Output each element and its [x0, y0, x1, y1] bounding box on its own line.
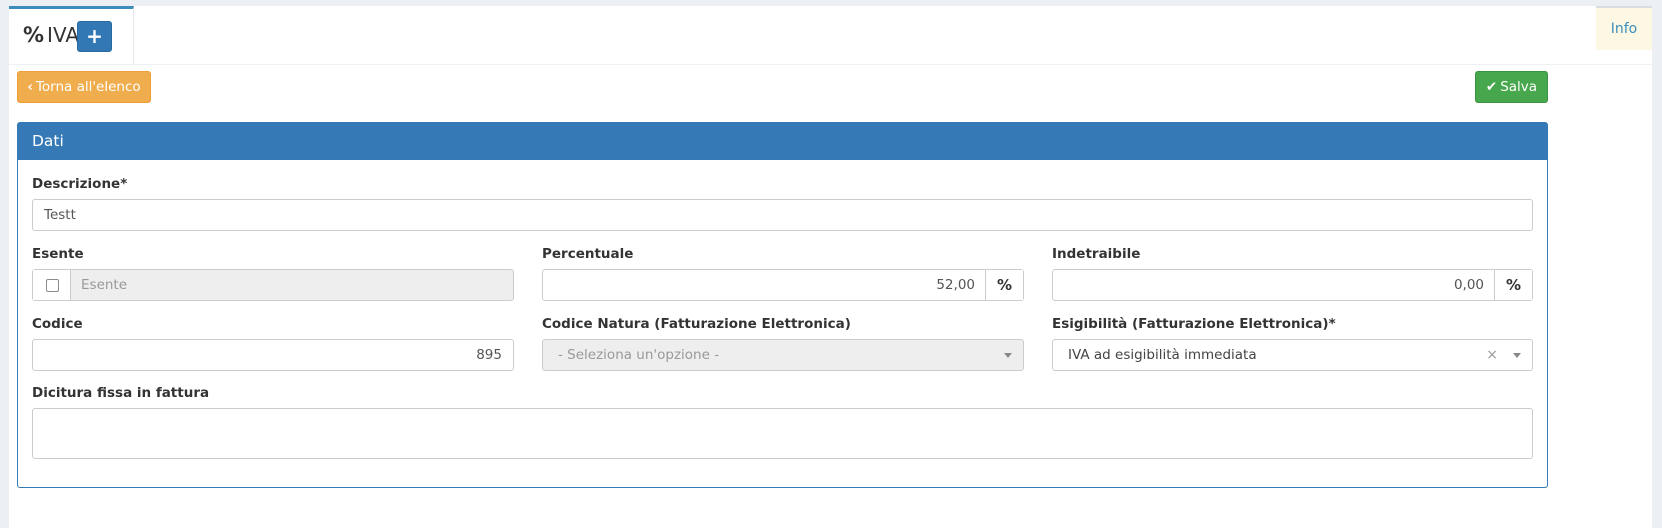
data-panel: Dati Descrizione* Testt Esente Esente Pe… [17, 122, 1548, 488]
dicitura-label: Dicitura fissa in fattura [32, 385, 210, 401]
save-label: Salva [1500, 79, 1538, 95]
codice-label: Codice [32, 316, 83, 332]
content-area: % IVA + Info ‹ Torna all'elenco ✔ Salva Dat… [9, 6, 1652, 528]
esente-field: Esente [32, 269, 514, 301]
percent-icon: % [23, 23, 45, 47]
tab-info[interactable]: Info [1596, 6, 1652, 50]
clear-icon[interactable]: × [1486, 340, 1498, 370]
tab-label: IVA [47, 23, 80, 47]
back-to-list-button[interactable]: ‹ Torna all'elenco [17, 71, 151, 103]
add-button[interactable]: + [77, 21, 112, 52]
codice-natura-placeholder: - Seleziona un'opzione - [558, 347, 720, 363]
percentuale-label: Percentuale [542, 246, 634, 262]
check-icon: ✔ [1485, 79, 1498, 95]
codice-input[interactable]: 895 [32, 339, 514, 371]
back-label: Torna all'elenco [35, 79, 141, 95]
esigibilita-select[interactable]: IVA ad esigibilità immediata × [1052, 339, 1533, 371]
save-button[interactable]: ✔ Salva [1475, 71, 1548, 103]
panel-title: Dati [18, 123, 1547, 160]
codice-value: 895 [476, 347, 502, 363]
tab-info-label: Info [1610, 21, 1638, 37]
indetraibile-value: 0,00 [1453, 277, 1484, 293]
tab-iva[interactable]: % IVA + [9, 6, 134, 64]
percentuale-input[interactable]: 52,00 % [542, 269, 1024, 301]
codice-natura-label: Codice Natura (Fatturazione Elettronica) [542, 316, 851, 332]
chevron-down-icon [1513, 353, 1521, 358]
esigibilita-label: Esigibilità (Fatturazione Elettronica)* [1052, 316, 1336, 332]
esigibilita-value: IVA ad esigibilità immediata [1068, 347, 1257, 363]
esente-checkbox-container [33, 270, 71, 300]
chevron-left-icon: ‹ [27, 79, 33, 95]
descrizione-label: Descrizione* [32, 176, 128, 192]
descrizione-input[interactable]: Testt [32, 199, 1533, 231]
plus-icon: + [86, 24, 103, 48]
chevron-down-icon [1004, 353, 1012, 358]
esente-label: Esente [32, 246, 84, 262]
percentuale-value: 52,00 [936, 277, 975, 293]
indetraibile-label: Indetraibile [1052, 246, 1141, 262]
descrizione-value: Testt [44, 207, 76, 223]
esente-checkbox[interactable] [46, 279, 59, 292]
dicitura-textarea[interactable] [32, 408, 1533, 459]
tab-title: % IVA [23, 23, 79, 47]
esente-placeholder: Esente [81, 277, 128, 293]
indetraibile-input[interactable]: 0,00 % [1052, 269, 1533, 301]
indetraibile-unit: % [1494, 270, 1532, 300]
tab-bar: % IVA + Info [9, 6, 1652, 65]
percentuale-unit: % [985, 270, 1023, 300]
codice-natura-select[interactable]: - Seleziona un'opzione - [542, 339, 1024, 371]
